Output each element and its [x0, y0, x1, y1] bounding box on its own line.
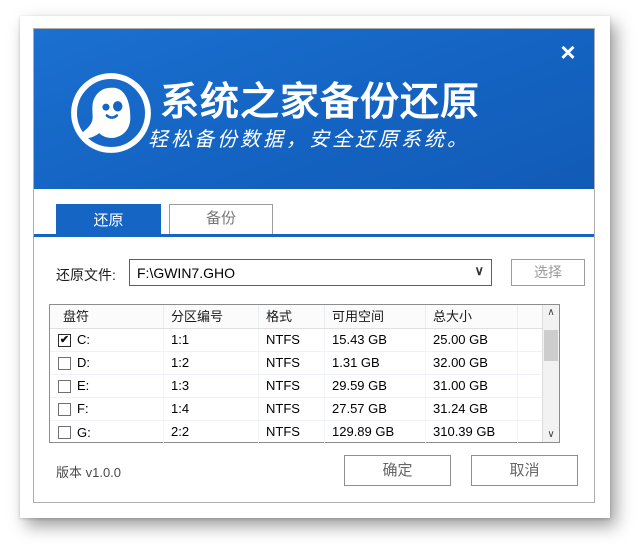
- partition-cell: 1:2: [164, 352, 259, 374]
- filler-cell: [518, 352, 542, 374]
- filler-cell: [518, 375, 542, 397]
- total-size-cell: 31.24 GB: [426, 398, 518, 420]
- select-file-button[interactable]: 选择: [511, 259, 585, 286]
- column-header-filler: [518, 305, 542, 328]
- free-space-cell: 15.43 GB: [325, 329, 426, 351]
- drive-cell: D:: [50, 352, 164, 374]
- drive-cell: F:: [50, 398, 164, 420]
- format-cell: NTFS: [259, 375, 325, 397]
- partition-table-content: 盘符 分区编号 格式 可用空间 总大小 ✔ C: 1:1 NTFS 15.43 …: [50, 305, 542, 442]
- table-row-c[interactable]: ✔ C: 1:1 NTFS 15.43 GB 25.00 GB: [50, 329, 542, 352]
- drive-label: C:: [77, 329, 90, 351]
- app-window: × 系统之家备份还原 轻松备份数据，安全还原系统。 还原 备份 还原文件: F:…: [20, 16, 610, 518]
- format-cell: NTFS: [259, 329, 325, 351]
- column-header-drive[interactable]: 盘符: [50, 305, 164, 328]
- format-cell: NTFS: [259, 398, 325, 420]
- filler-cell: [518, 421, 542, 444]
- column-header-format[interactable]: 格式: [259, 305, 325, 328]
- drive-label: G:: [77, 422, 91, 444]
- restore-file-combobox[interactable]: F:\GWIN7.GHO ∨: [129, 259, 492, 286]
- drive-cell: ✔ C:: [50, 329, 164, 351]
- dialog-frame: × 系统之家备份还原 轻松备份数据，安全还原系统。 还原 备份 还原文件: F:…: [33, 28, 595, 503]
- table-row-f[interactable]: F: 1:4 NTFS 27.57 GB 31.24 GB: [50, 398, 542, 421]
- restore-file-label: 还原文件:: [56, 265, 116, 285]
- column-header-free-space[interactable]: 可用空间: [325, 305, 426, 328]
- table-row-e[interactable]: E: 1:3 NTFS 29.59 GB 31.00 GB: [50, 375, 542, 398]
- header-banner: × 系统之家备份还原 轻松备份数据，安全还原系统。: [34, 29, 594, 189]
- total-size-cell: 31.00 GB: [426, 375, 518, 397]
- scroll-up-icon[interactable]: ∧: [543, 305, 559, 320]
- table-scrollbar[interactable]: ∧ ∨: [542, 305, 559, 442]
- cancel-button[interactable]: 取消: [471, 455, 578, 486]
- checkbox-checked[interactable]: ✔: [58, 334, 71, 347]
- drive-cell: G:: [50, 421, 164, 444]
- checkbox-unchecked[interactable]: [58, 426, 71, 439]
- partition-cell: 1:4: [164, 398, 259, 420]
- total-size-cell: 32.00 GB: [426, 352, 518, 374]
- column-header-total-size[interactable]: 总大小: [426, 305, 518, 328]
- scrollbar-thumb[interactable]: [544, 330, 558, 361]
- free-space-cell: 29.59 GB: [325, 375, 426, 397]
- restore-file-value: F:\GWIN7.GHO: [137, 265, 235, 281]
- table-header-row: 盘符 分区编号 格式 可用空间 总大小: [50, 305, 542, 329]
- free-space-cell: 129.89 GB: [325, 421, 426, 444]
- free-space-cell: 27.57 GB: [325, 398, 426, 420]
- table-row-d[interactable]: D: 1:2 NTFS 1.31 GB 32.00 GB: [50, 352, 542, 375]
- tab-backup[interactable]: 备份: [169, 204, 273, 234]
- drive-label: F:: [77, 398, 89, 420]
- format-cell: NTFS: [259, 352, 325, 374]
- app-title: 系统之家备份还原: [160, 71, 480, 127]
- ghost-icon: [69, 71, 153, 155]
- checkbox-unchecked[interactable]: [58, 380, 71, 393]
- tab-restore[interactable]: 还原: [56, 204, 161, 237]
- drive-label: D:: [77, 352, 90, 374]
- chevron-down-icon[interactable]: ∨: [474, 263, 484, 279]
- partition-cell: 2:2: [164, 421, 259, 444]
- version-label: 版本 v1.0.0: [56, 462, 121, 481]
- checkbox-unchecked[interactable]: [58, 357, 71, 370]
- table-row-g[interactable]: G: 2:2 NTFS 129.89 GB 310.39 GB: [50, 421, 542, 444]
- free-space-cell: 1.31 GB: [325, 352, 426, 374]
- column-header-partition[interactable]: 分区编号: [164, 305, 259, 328]
- filler-cell: [518, 398, 542, 420]
- total-size-cell: 25.00 GB: [426, 329, 518, 351]
- partition-cell: 1:3: [164, 375, 259, 397]
- app-subtitle: 轻松备份数据，安全还原系统。: [148, 123, 470, 152]
- total-size-cell: 310.39 GB: [426, 421, 518, 444]
- close-icon: ×: [560, 37, 575, 67]
- drive-cell: E:: [50, 375, 164, 397]
- drive-label: E:: [77, 375, 89, 397]
- format-cell: NTFS: [259, 421, 325, 444]
- partition-cell: 1:1: [164, 329, 259, 351]
- scroll-down-icon[interactable]: ∨: [543, 427, 559, 442]
- partition-table: 盘符 分区编号 格式 可用空间 总大小 ✔ C: 1:1 NTFS 15.43 …: [49, 304, 560, 443]
- ok-button[interactable]: 确定: [344, 455, 451, 486]
- checkbox-unchecked[interactable]: [58, 403, 71, 416]
- app-logo: [69, 71, 153, 155]
- filler-cell: [518, 329, 542, 351]
- close-button[interactable]: ×: [554, 39, 582, 67]
